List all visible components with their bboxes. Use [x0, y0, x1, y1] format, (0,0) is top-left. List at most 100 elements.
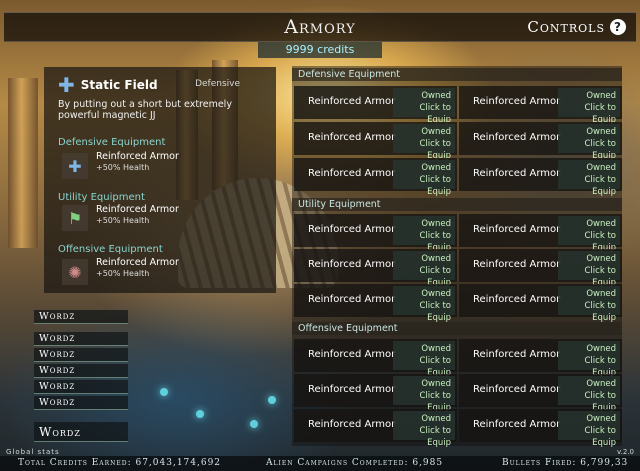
equipment-name: Reinforced Armor — [473, 224, 561, 235]
equipment-name: Reinforced Armor — [308, 349, 396, 360]
plus-icon: ✚ — [58, 73, 75, 97]
equip-button[interactable]: Owned Click to Equip — [393, 160, 455, 197]
crystal-glow — [268, 396, 276, 404]
equipment-card[interactable]: Reinforced Armor Owned Click to Equip — [294, 122, 457, 161]
list-item[interactable]: Wordz — [34, 364, 128, 378]
detail-item-name: Static Field — [80, 78, 158, 92]
equipment-name: Reinforced Armor — [308, 132, 396, 143]
equip-button[interactable]: Owned Click to Equip — [393, 251, 455, 288]
equipment-card[interactable]: Reinforced Armor Owned Click to Equip — [459, 158, 622, 197]
equipment-card[interactable]: Reinforced Armor Owned Click to Equip — [294, 409, 457, 448]
version-label: v.2.0 — [617, 448, 634, 456]
owned-label: Owned — [586, 289, 616, 299]
total-credits-stat: Total Credits Earned: 67,043,174,692 — [18, 458, 222, 468]
owned-label: Owned — [586, 379, 616, 389]
stats-bar: Total Credits Earned: 67,043,174,692 Ali… — [0, 456, 640, 471]
detail-category: Defensive — [195, 79, 240, 89]
item-detail-panel: ✚ Static Field Defensive By putting out … — [44, 67, 276, 293]
equipment-name: Reinforced Armor — [308, 419, 396, 430]
equip-button[interactable]: Owned Click to Equip — [393, 376, 455, 413]
slot-item-stat: +50% Health — [96, 216, 150, 225]
equipment-card[interactable]: Reinforced Armor Owned Click to Equip — [459, 249, 622, 288]
equip-button[interactable]: Owned Click to Equip — [558, 376, 620, 413]
equipment-card[interactable]: Reinforced Armor Owned Click to Equip — [294, 214, 457, 253]
utility-icon[interactable]: ⚑ — [62, 205, 88, 231]
equipment-card[interactable]: Reinforced Armor Owned Click to Equip — [294, 158, 457, 197]
owned-label: Owned — [421, 344, 451, 354]
equip-button[interactable]: Owned Click to Equip — [393, 124, 455, 161]
equip-button[interactable]: Owned Click to Equip — [393, 88, 455, 125]
help-icon[interactable]: ? — [610, 19, 626, 35]
equip-button[interactable]: Owned Click to Equip — [393, 286, 455, 323]
equipment-name: Reinforced Armor — [473, 259, 561, 270]
equipment-card[interactable]: Reinforced Armor Owned Click to Equip — [459, 214, 622, 253]
owned-label: Owned — [586, 91, 616, 101]
owned-label: Owned — [421, 379, 451, 389]
crystal-glow — [160, 388, 168, 396]
list-item[interactable]: Wordz — [34, 332, 128, 346]
click-to-equip-label: Click to Equip — [584, 426, 617, 448]
list-item[interactable]: Wordz — [34, 396, 128, 410]
crystal-glow — [196, 410, 204, 418]
equipment-name: Reinforced Armor — [308, 224, 396, 235]
owned-label: Owned — [421, 127, 451, 137]
equipment-card[interactable]: Reinforced Armor Owned Click to Equip — [294, 86, 457, 125]
list-item[interactable]: Wordz — [34, 310, 128, 324]
equipment-name: Reinforced Armor — [308, 294, 396, 305]
owned-label: Owned — [421, 91, 451, 101]
equipment-card[interactable]: Reinforced Armor Owned Click to Equip — [294, 374, 457, 413]
equip-button[interactable]: Owned Click to Equip — [558, 286, 620, 323]
list-item[interactable]: Wordz — [34, 380, 128, 394]
top-bar: Armory Controls ? — [4, 12, 636, 42]
owned-label: Owned — [586, 344, 616, 354]
equipment-card[interactable]: Reinforced Armor Owned Click to Equip — [459, 86, 622, 125]
equip-button[interactable]: Owned Click to Equip — [558, 88, 620, 125]
equip-button[interactable]: Owned Click to Equip — [558, 124, 620, 161]
equipment-name: Reinforced Armor — [308, 384, 396, 395]
equipment-card[interactable]: Reinforced Armor Owned Click to Equip — [294, 284, 457, 323]
equipment-card[interactable]: Reinforced Armor Owned Click to Equip — [294, 339, 457, 378]
click-to-equip-label: Click to Equip — [584, 301, 617, 323]
equip-button[interactable]: Owned Click to Equip — [558, 216, 620, 253]
detail-description: By putting out a short but extremely pow… — [58, 99, 232, 121]
slot-item-name: Reinforced Armor — [96, 257, 179, 268]
equipment-name: Reinforced Armor — [473, 384, 561, 395]
list-item[interactable]: Wordz — [34, 348, 128, 362]
equip-button[interactable]: Owned Click to Equip — [558, 341, 620, 378]
campaigns-stat: Alien Campaigns Completed: 6,985 — [266, 458, 444, 468]
equipment-card[interactable]: Reinforced Armor Owned Click to Equip — [294, 249, 457, 288]
owned-label: Owned — [421, 254, 451, 264]
equipment-name: Reinforced Armor — [473, 168, 561, 179]
equip-button[interactable]: Owned Click to Equip — [558, 251, 620, 288]
equip-button[interactable]: Owned Click to Equip — [393, 216, 455, 253]
equip-button[interactable]: Owned Click to Equip — [393, 341, 455, 378]
click-to-equip-label: Click to Equip — [419, 301, 452, 323]
credits-display: 9999 credits — [258, 42, 382, 58]
equipment-card[interactable]: Reinforced Armor Owned Click to Equip — [459, 122, 622, 161]
equip-button[interactable]: Owned Click to Equip — [558, 160, 620, 197]
equipment-name: Reinforced Armor — [473, 419, 561, 430]
list-item[interactable]: Wordz — [34, 422, 128, 442]
slot-item-name: Reinforced Armor — [96, 151, 179, 162]
owned-label: Owned — [586, 127, 616, 137]
offensive-icon[interactable]: ✺ — [62, 259, 88, 285]
detail-header: ✚ Static Field — [58, 73, 158, 97]
click-to-equip-label: Click to Equip — [419, 175, 452, 197]
equipment-card[interactable]: Reinforced Armor Owned Click to Equip — [459, 284, 622, 323]
equipment-name: Reinforced Armor — [473, 349, 561, 360]
equip-button[interactable]: Owned Click to Equip — [558, 411, 620, 448]
equipment-card[interactable]: Reinforced Armor Owned Click to Equip — [459, 339, 622, 378]
equipment-card[interactable]: Reinforced Armor Owned Click to Equip — [459, 374, 622, 413]
equipment-name: Reinforced Armor — [473, 96, 561, 107]
section-header-defensive: Defensive Equipment — [292, 68, 622, 81]
equipment-name: Reinforced Armor — [308, 168, 396, 179]
tower-art — [8, 78, 38, 248]
plus-icon[interactable]: ✚ — [62, 153, 88, 179]
equip-button[interactable]: Owned Click to Equip — [393, 411, 455, 448]
equipment-name: Reinforced Armor — [473, 132, 561, 143]
slot-section-title: Offensive Equipment — [58, 244, 163, 255]
controls-button[interactable]: Controls ? — [527, 18, 626, 36]
owned-label: Owned — [586, 414, 616, 424]
equipment-card[interactable]: Reinforced Armor Owned Click to Equip — [459, 409, 622, 448]
click-to-equip-label: Click to Equip — [419, 426, 452, 448]
